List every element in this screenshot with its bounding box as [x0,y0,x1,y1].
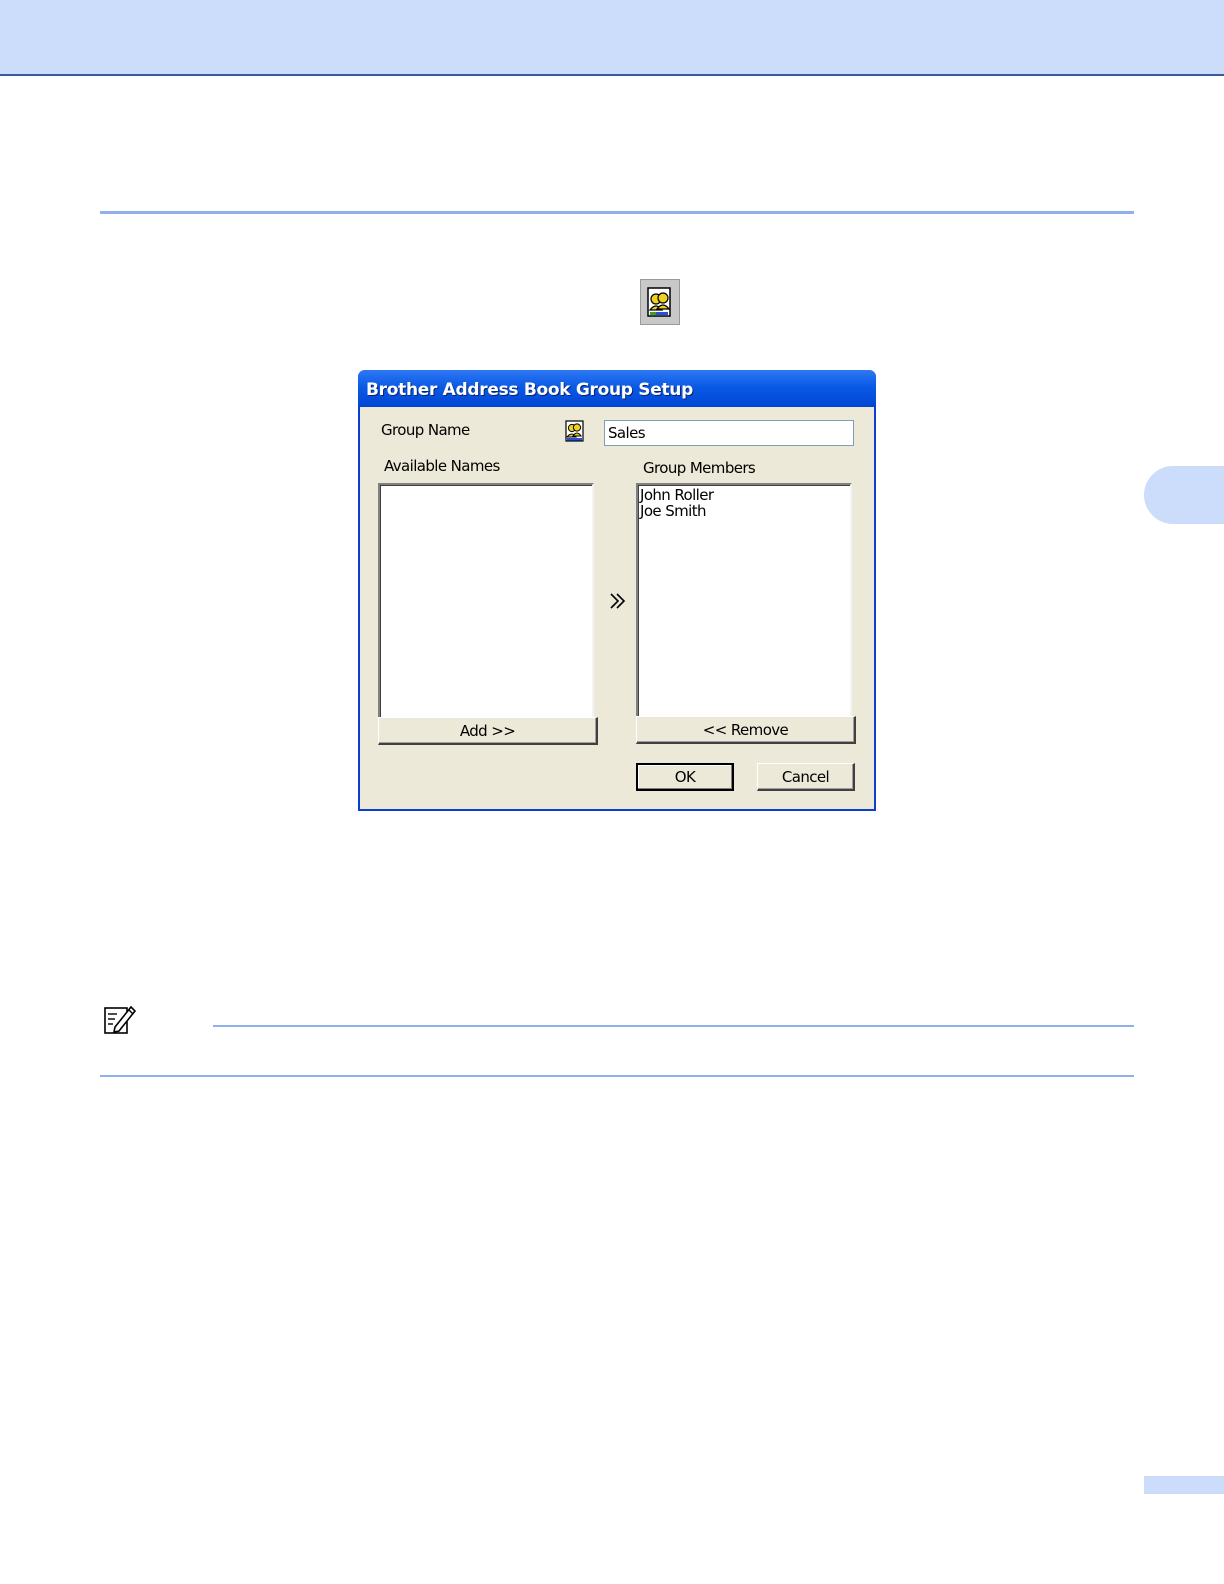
group-members-label: Group Members [643,459,756,477]
page-number-tab [1144,1476,1224,1494]
group-icon [564,420,586,442]
available-names-label: Available Names [384,457,500,475]
dialog-title: Brother Address Book Group Setup [366,380,693,400]
double-chevron-right-icon [608,591,628,611]
chapter-tab [1144,466,1224,524]
cancel-button[interactable]: Cancel [757,763,855,791]
group-name-label: Group Name [381,421,470,439]
page-header-band [0,0,1224,76]
address-book-group-icon [640,279,680,325]
group-name-input[interactable] [604,420,854,446]
section-rule-bottom [100,1075,1134,1077]
note-rule [213,1025,1134,1027]
group-members-list[interactable]: John Roller Joe Smith [636,483,852,719]
ok-button[interactable]: OK [636,763,734,791]
dialog-titlebar[interactable]: Brother Address Book Group Setup [358,370,876,407]
group-setup-dialog: Brother Address Book Group Setup Group N… [358,370,876,811]
list-item[interactable]: Joe Smith [638,503,850,519]
available-names-list[interactable] [378,483,594,719]
section-rule [100,211,1134,214]
note-pencil-icon [103,1003,137,1035]
remove-button[interactable]: << Remove [636,716,856,744]
add-button[interactable]: Add >> [378,717,598,745]
list-item[interactable]: John Roller [638,487,850,503]
